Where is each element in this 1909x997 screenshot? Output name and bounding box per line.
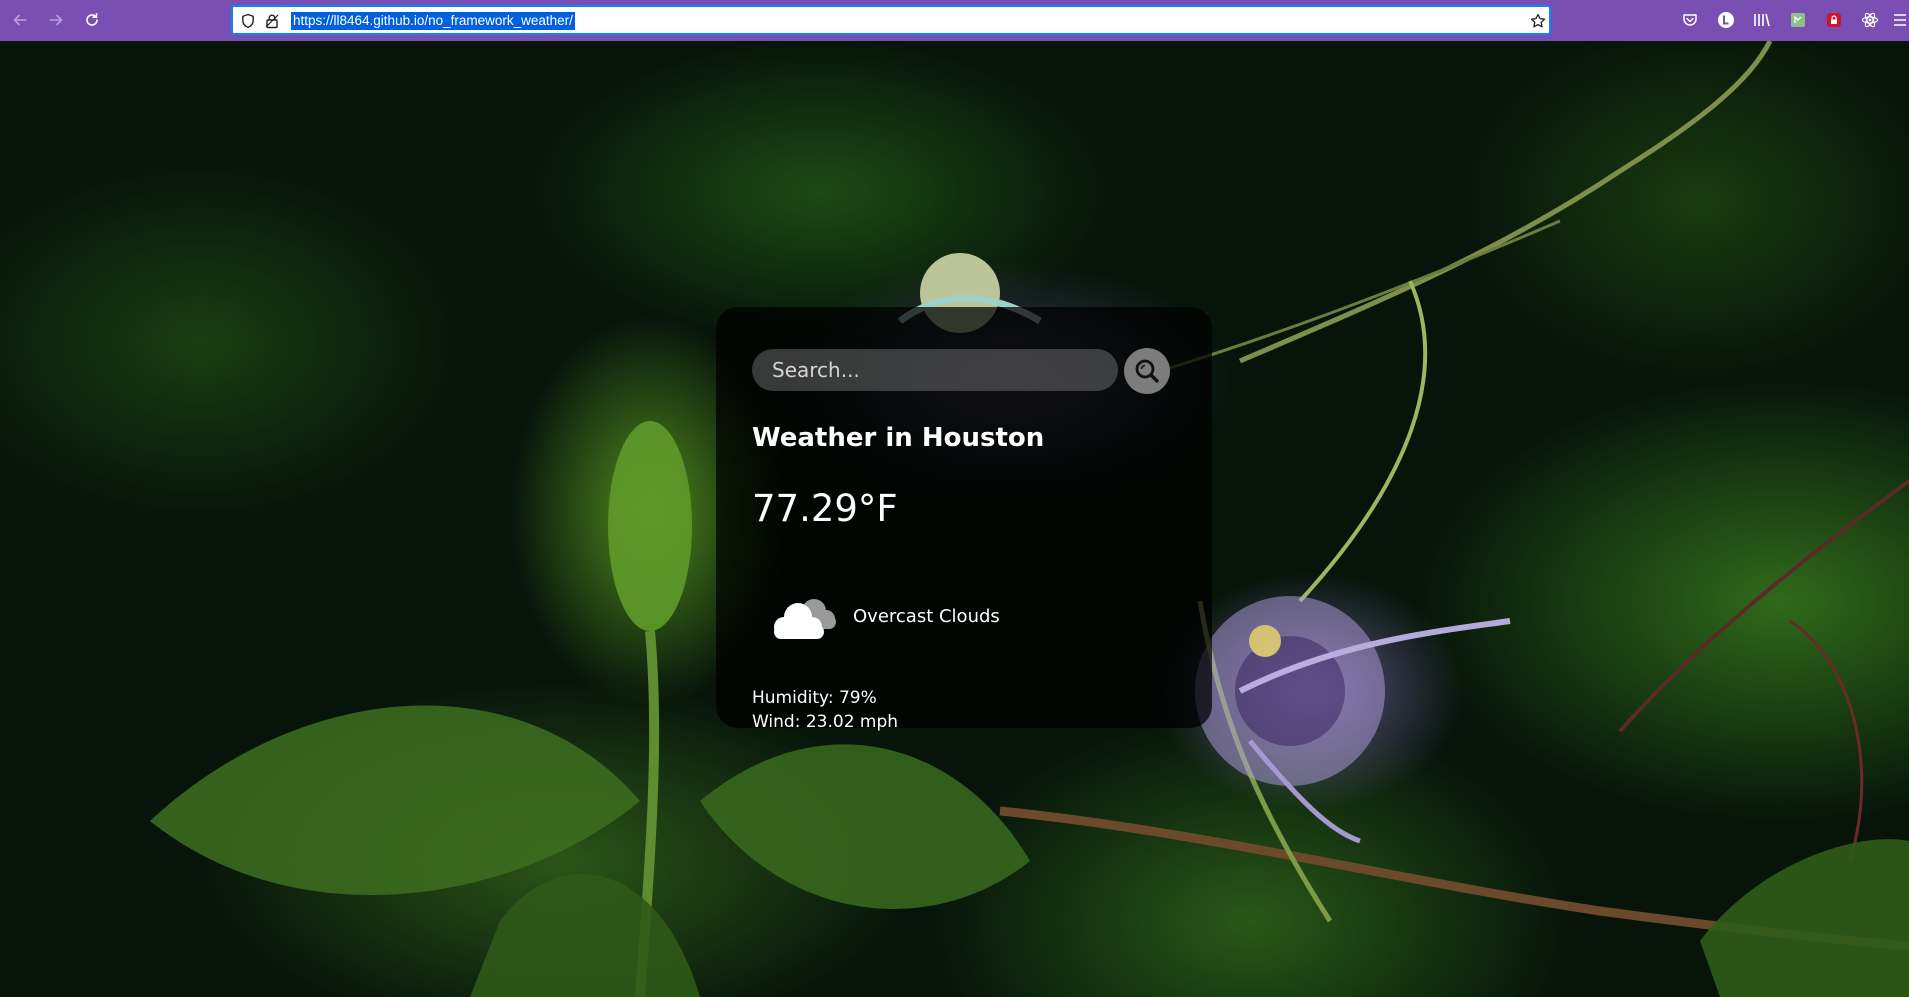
shield-icon[interactable]: [239, 12, 257, 30]
library-icon[interactable]: [1752, 10, 1772, 30]
weather-description: Overcast Clouds: [853, 606, 1000, 627]
reload-button[interactable]: [80, 8, 104, 32]
search-icon: [1135, 359, 1159, 383]
humidity-text: Humidity: 79%: [752, 688, 877, 708]
menu-icon[interactable]: [1893, 10, 1907, 30]
star-icon[interactable]: [1529, 12, 1547, 30]
reload-icon: [86, 13, 98, 26]
temperature: 77.29°F: [752, 487, 898, 530]
addon-lock-icon[interactable]: [1824, 10, 1844, 30]
weather-page: Weather in Houston 77.29°F Overcast Clou…: [0, 41, 1909, 997]
search-input[interactable]: [752, 349, 1118, 391]
browser-toolbar: https://ll8464.github.io/no_framework_we…: [0, 0, 1909, 41]
react-devtools-icon[interactable]: [1860, 10, 1880, 30]
address-bar[interactable]: https://ll8464.github.io/no_framework_we…: [231, 5, 1551, 35]
overcast-clouds-icon: [774, 599, 836, 639]
back-button[interactable]: [8, 8, 32, 32]
extension-icon[interactable]: [1788, 10, 1808, 30]
url-text[interactable]: https://ll8464.github.io/no_framework_we…: [291, 12, 575, 30]
weather-card: Weather in Houston 77.29°F Overcast Clou…: [716, 307, 1212, 732]
pocket-icon[interactable]: [1680, 10, 1700, 30]
city-heading: Weather in Houston: [752, 423, 1045, 453]
back-arrow-icon: [13, 14, 27, 26]
forward-arrow-icon: [49, 14, 63, 26]
account-icon[interactable]: [1716, 10, 1736, 30]
forward-button[interactable]: [44, 8, 68, 32]
wind-text: Wind: 23.02 mph: [752, 712, 899, 732]
search-button[interactable]: [1124, 348, 1170, 394]
lock-icon[interactable]: [263, 12, 281, 30]
